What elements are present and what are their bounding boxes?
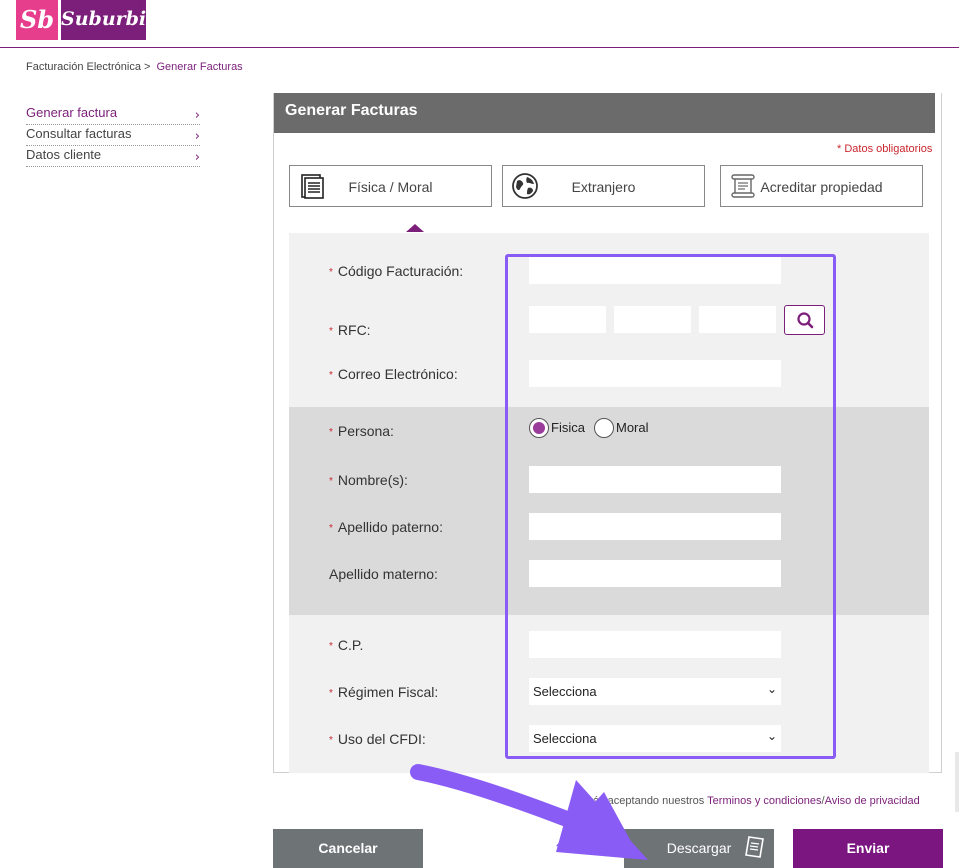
correo-label: * Correo Electrónico: <box>329 366 458 382</box>
tab-label: Física / Moral <box>348 179 433 195</box>
uso-cfdi-label: * Uso del CFDI: <box>329 731 426 747</box>
site-header: Sb Suburbia ® <box>0 0 959 48</box>
tab-fisica-moral[interactable]: Física / Moral <box>289 165 492 207</box>
sidebar-item-label: Generar factura <box>26 105 118 120</box>
sidebar-item-generar-factura[interactable]: Generar factura › <box>26 104 200 125</box>
tab-label: Acreditar propiedad <box>760 179 883 195</box>
sidebar-item-label: Datos cliente <box>26 147 102 162</box>
privacy-link[interactable]: Aviso de privacidad <box>825 795 920 807</box>
highlight-annotation-box <box>505 254 836 759</box>
persona-label: * Persona: <box>329 423 394 439</box>
sidebar-menu: Generar factura › Consultar facturas › D… <box>26 104 200 167</box>
panel-title: Generar Facturas <box>274 93 935 133</box>
breadcrumb-root[interactable]: Facturación Electrónica > <box>26 61 150 73</box>
chevron-right-icon: › <box>194 108 200 123</box>
codigo-label: * Código Facturación: <box>329 263 464 279</box>
chevron-right-icon: › <box>194 129 200 144</box>
terms-link[interactable]: Terminos y condiciones <box>707 795 821 807</box>
tab-label: Extranjero <box>571 179 636 195</box>
send-button[interactable]: Enviar <box>793 829 943 868</box>
regimen-label: * Régimen Fiscal: <box>329 684 439 700</box>
registered-mark: ® <box>137 1 143 8</box>
apellido-materno-label: Apellido materno: <box>329 566 438 582</box>
invoice-document-icon <box>745 836 764 858</box>
rfc-label: * RFC: <box>329 322 371 338</box>
required-fields-note: * Datos obligatorios <box>837 143 933 155</box>
scrollbar-edge[interactable] <box>955 752 959 812</box>
terms-notice: ás aceptando nuestros Terminos y condici… <box>593 795 920 807</box>
sidebar-item-datos-cliente[interactable]: Datos cliente › <box>26 146 200 167</box>
brand-logo-wordmark[interactable]: Suburbia <box>61 0 158 40</box>
brand-logo-mark[interactable]: Sb <box>16 0 58 40</box>
cancel-button[interactable]: Cancelar <box>273 829 423 868</box>
tab-acreditar-propiedad[interactable]: Acreditar propiedad <box>720 165 923 207</box>
terms-prefix: ás aceptando nuestros <box>593 795 705 807</box>
download-label: Descargar <box>666 840 732 856</box>
active-tab-pointer <box>406 224 424 232</box>
chevron-right-icon: › <box>194 150 200 165</box>
apellido-paterno-label: * Apellido paterno: <box>329 519 443 535</box>
cp-label: * C.P. <box>329 637 364 653</box>
breadcrumb: Facturación Electrónica > Generar Factur… <box>26 61 243 73</box>
nombre-label: * Nombre(s): <box>329 472 408 488</box>
breadcrumb-current: Generar Facturas <box>156 61 243 73</box>
sidebar-item-label: Consultar facturas <box>26 126 132 141</box>
tab-extranjero[interactable]: Extranjero <box>502 165 705 207</box>
sidebar-item-consultar-facturas[interactable]: Consultar facturas › <box>26 125 200 146</box>
download-button[interactable]: Descargar <box>624 829 774 868</box>
